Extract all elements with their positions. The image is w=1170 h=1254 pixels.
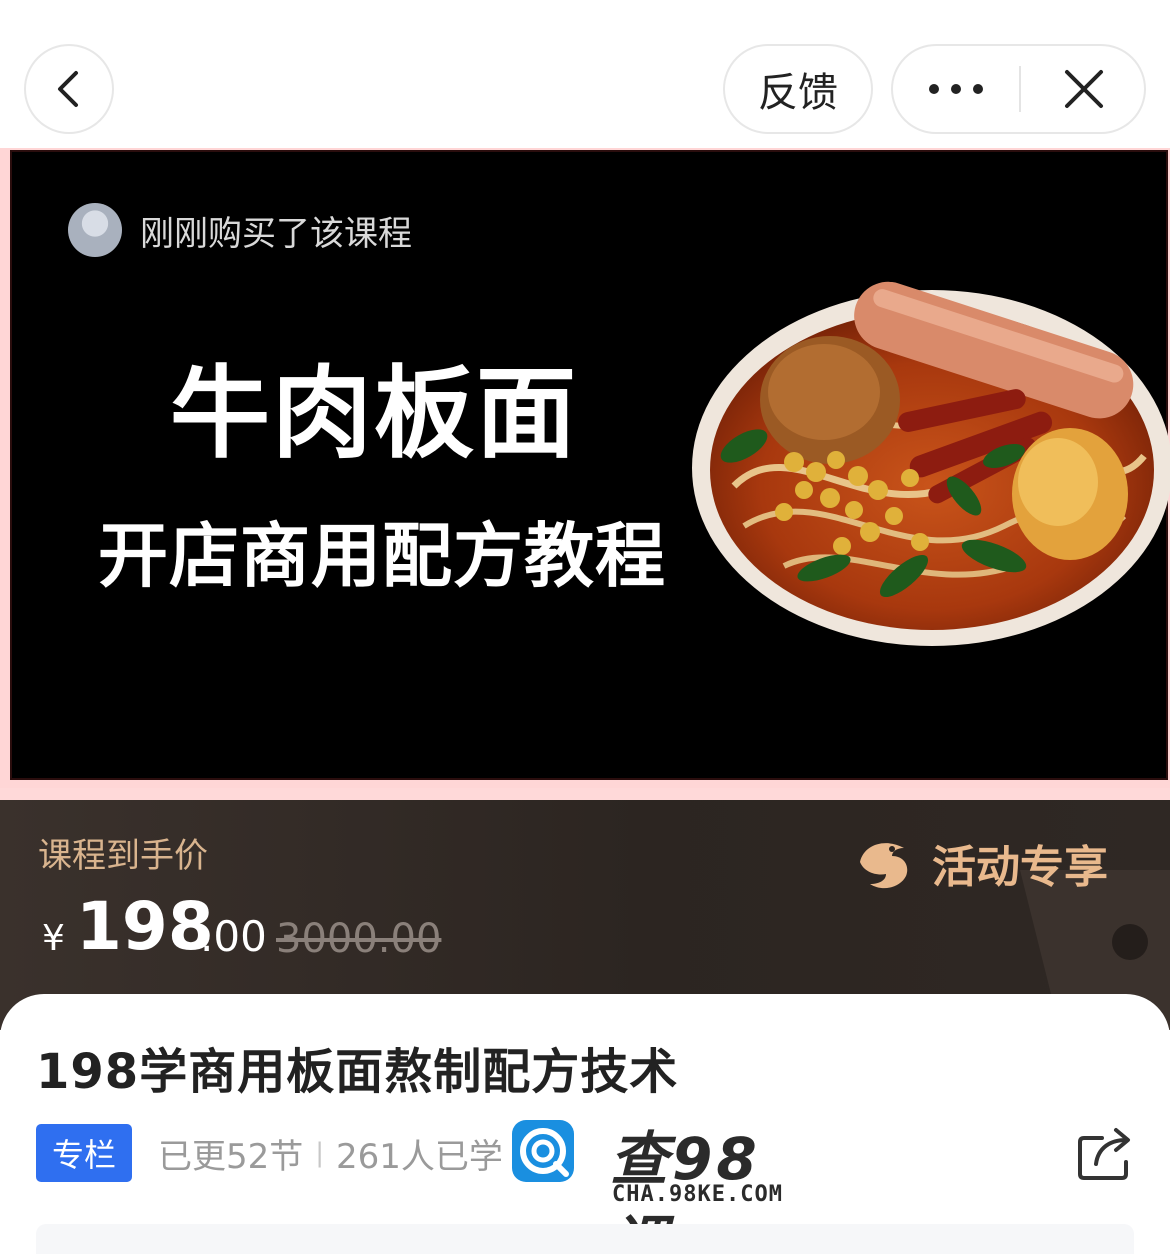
- top-navbar: 反馈: [0, 0, 1170, 150]
- column-tag: 专栏: [36, 1124, 132, 1182]
- banner-divider: [0, 788, 1170, 800]
- learner-count: 261人已学: [336, 1136, 503, 1177]
- course-meta-row: 专栏 已更52节 | 261人已学: [36, 1124, 503, 1182]
- watermark-logo-icon: [512, 1120, 574, 1182]
- recent-purchase-notice: 刚刚购买了该课程: [68, 202, 412, 258]
- meta-separator: |: [315, 1138, 325, 1168]
- recent-purchase-text: 刚刚购买了该课程: [140, 213, 412, 254]
- course-cover-banner[interactable]: 刚刚购买了该课程 牛肉板面 开店商用配方教程: [0, 148, 1170, 788]
- chevron-left-icon: [58, 71, 78, 107]
- price-integer: 198: [76, 888, 214, 965]
- watermark-subtitle: CHA.98KE.COM: [612, 1182, 783, 1207]
- watermark: 查98课 CHA.98KE.COM: [508, 1112, 818, 1254]
- price-label: 课程到手价: [38, 836, 208, 876]
- feedback-button[interactable]: 反馈: [723, 44, 873, 134]
- update-count: 已更52节: [158, 1136, 304, 1177]
- cover-subtitle: 开店商用配方教程: [98, 515, 666, 597]
- share-icon[interactable]: [1076, 1126, 1134, 1182]
- close-button[interactable]: [1021, 46, 1146, 132]
- activity-label: 活动专享: [932, 842, 1108, 893]
- original-price: 3000.00: [276, 916, 442, 962]
- next-section-placeholder: [36, 1224, 1134, 1254]
- cover-image: 刚刚购买了该课程 牛肉板面 开店商用配方教程: [10, 150, 1170, 780]
- cover-title: 牛肉板面: [170, 355, 578, 472]
- course-title: 198学商用板面熬制配方技术: [36, 1044, 679, 1100]
- close-icon: [1064, 70, 1103, 108]
- more-button[interactable]: [893, 46, 1019, 132]
- activity-badge: 活动专享: [852, 830, 1108, 896]
- price-decimal: .00: [200, 912, 267, 961]
- more-dots-icon: [929, 84, 983, 94]
- bird-logo-icon: [860, 843, 908, 889]
- price-currency: ¥: [42, 918, 65, 959]
- back-button[interactable]: [24, 44, 114, 134]
- noodle-bowl-image: [692, 281, 1170, 646]
- mini-program-capsule: [891, 44, 1146, 134]
- buyer-avatar: [68, 203, 122, 257]
